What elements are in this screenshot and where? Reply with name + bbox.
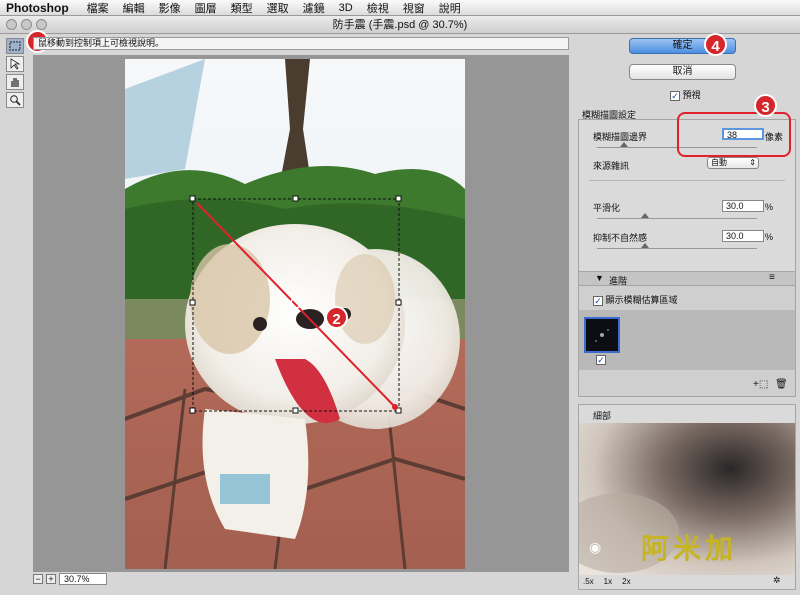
blur-direction-tool-icon[interactable] xyxy=(6,56,24,72)
menu-filter[interactable]: 濾鏡 xyxy=(303,0,325,16)
callout-badge-3: 3 xyxy=(754,94,777,117)
new-trace-icon[interactable]: +⬚ xyxy=(753,379,768,390)
trace-list: ✓ xyxy=(579,310,795,370)
blur-estimation-tool-icon[interactable] xyxy=(6,38,24,54)
trash-icon[interactable]: 🗑 xyxy=(775,379,788,390)
menu-type[interactable]: 類型 xyxy=(231,0,253,16)
preview-label: 預視 xyxy=(682,90,701,100)
close-window-button[interactable] xyxy=(6,19,17,30)
smooth-label: 平滑化 xyxy=(593,203,621,213)
artifact-input[interactable]: 30.0 xyxy=(722,230,764,242)
show-region-label: 顯示模糊估算區域 xyxy=(605,295,678,305)
collapse-triangle-icon[interactable]: ▼ xyxy=(595,273,604,283)
menu-edit[interactable]: 編輯 xyxy=(123,0,145,16)
show-region-toggle[interactable]: ✓ 顯示模糊估算區域 xyxy=(593,293,678,306)
hand-tool-icon[interactable] xyxy=(6,74,24,90)
menu-layer[interactable]: 圖層 xyxy=(195,0,217,16)
settings-icon[interactable]: ✲ xyxy=(773,575,781,586)
tool-column xyxy=(4,36,28,110)
menu-select[interactable]: 選取 xyxy=(267,0,289,16)
zoom-window-button[interactable] xyxy=(36,19,47,30)
cancel-button[interactable]: 取消 xyxy=(629,64,736,80)
canvas-area[interactable]: 2 xyxy=(33,55,569,572)
watermark-text: 阿米加 xyxy=(641,532,738,565)
show-region-checkbox[interactable]: ✓ xyxy=(593,295,603,306)
settings-panel: 確定 4 取消 ✓ 預視 模糊描圖設定 模糊描圖邊界 38 像素 來源雜訊 自動… xyxy=(576,33,800,595)
smooth-slider-thumb[interactable] xyxy=(641,213,649,218)
preview-toggle[interactable]: ✓ 預視 xyxy=(670,88,701,101)
detail-loupe[interactable]: ◉ 阿米加 xyxy=(579,423,795,575)
menu-file[interactable]: 檔案 xyxy=(87,0,109,16)
minimize-window-button[interactable] xyxy=(21,19,32,30)
zoom-bar: − + 30.7% xyxy=(33,572,569,586)
artifact-slider-thumb[interactable] xyxy=(641,243,649,248)
hint-text: 鼠移動到控制項上可檢視說明。 xyxy=(38,38,165,48)
zoom-in-icon[interactable]: + xyxy=(46,574,56,584)
menu-help[interactable]: 說明 xyxy=(439,0,461,16)
artifact-label: 抑制不自然感 xyxy=(593,233,648,243)
window-title: 防手震 (手震.psd @ 30.7%) xyxy=(332,19,468,31)
zoom-out-icon[interactable]: − xyxy=(33,574,43,584)
menu-image[interactable]: 影像 xyxy=(159,0,181,16)
advanced-group: ▼ 進階 ≡ ✓ 顯示模糊估算區域 ✓ +⬚ 🗑 xyxy=(578,271,796,397)
noise-select-value: 自動 xyxy=(711,158,727,167)
callout-badge-4: 4 xyxy=(704,33,727,56)
menu-view[interactable]: 檢視 xyxy=(367,0,389,16)
window-titlebar: 防手震 (手震.psd @ 30.7%) xyxy=(0,16,800,34)
advanced-header: 進階 xyxy=(609,276,628,286)
menu-bar: Photoshop 檔案 編輯 影像 圖層 類型 選取 濾鏡 3D 檢視 視窗 … xyxy=(0,0,800,16)
zoom-2x-button[interactable]: 2x xyxy=(622,577,630,586)
select-arrows-icon: ⇕ xyxy=(749,158,756,167)
zoom-tool-icon[interactable] xyxy=(6,92,24,108)
zoom-half-button[interactable]: .5x xyxy=(583,577,594,586)
detail-zoom-controls: .5x 1x 2x xyxy=(583,577,631,586)
blur-trace-thumbnail[interactable] xyxy=(584,317,620,353)
detail-header: 細部 xyxy=(593,411,612,421)
hint-bar: 鼠移動到控制項上可檢視說明。 xyxy=(33,37,569,50)
bounds-slider-thumb[interactable] xyxy=(620,142,629,147)
artifact-unit: % xyxy=(765,232,774,242)
trace-visible-checkbox[interactable]: ✓ xyxy=(596,355,606,365)
menu-3d[interactable]: 3D xyxy=(339,2,353,14)
preview-checkbox[interactable]: ✓ xyxy=(670,90,680,101)
app-menu[interactable]: Photoshop xyxy=(6,1,69,15)
menu-window[interactable]: 視窗 xyxy=(403,0,425,16)
callout-badge-2: 2 xyxy=(325,306,348,329)
divider xyxy=(589,180,785,181)
advanced-header-bar[interactable]: ▼ 進階 ≡ xyxy=(579,272,795,286)
panel-menu-icon[interactable]: ≡ xyxy=(769,272,775,283)
smooth-input[interactable]: 30.0 xyxy=(722,200,764,212)
zoom-level-field[interactable]: 30.7% xyxy=(59,573,107,585)
noise-select[interactable]: 自動 ⇕ xyxy=(707,157,759,169)
zoom-1x-button[interactable]: 1x xyxy=(604,577,612,586)
highlight-frame xyxy=(677,112,791,157)
smooth-unit: % xyxy=(765,202,774,212)
artifact-slider[interactable] xyxy=(597,248,757,249)
smooth-slider[interactable] xyxy=(597,218,757,219)
noise-label: 來源雜訊 xyxy=(593,161,630,171)
detail-group: 細部 ◉ 阿米加 .5x 1x 2x ✲ xyxy=(578,404,796,590)
loupe-lock-icon[interactable]: ◉ xyxy=(589,539,601,556)
